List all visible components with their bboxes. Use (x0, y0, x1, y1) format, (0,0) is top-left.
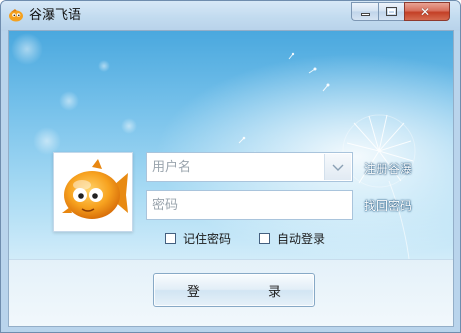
password-field (146, 190, 353, 220)
window-controls: ✕ (351, 2, 459, 22)
title-bar[interactable]: 谷瀑飞语 ✕ (1, 1, 460, 31)
minimize-icon (361, 13, 370, 16)
login-button[interactable]: 登 录 (153, 273, 315, 307)
close-button[interactable]: ✕ (404, 2, 450, 21)
maximize-button[interactable] (378, 2, 404, 21)
fish-avatar-icon (62, 159, 128, 219)
maximize-icon (386, 7, 397, 16)
fish-icon (9, 9, 23, 22)
close-icon: ✕ (420, 5, 431, 19)
username-field (146, 152, 353, 182)
password-input[interactable] (150, 194, 324, 216)
checkbox-box[interactable] (165, 233, 176, 244)
minimize-button[interactable] (351, 2, 378, 21)
auto-login-label: 自动登录 (277, 232, 326, 246)
auto-login-checkbox[interactable]: 自动登录 (259, 230, 325, 247)
remember-password-checkbox[interactable]: 记住密码 (165, 230, 231, 247)
remember-password-label: 记住密码 (183, 232, 232, 246)
account-dropdown-button[interactable] (324, 154, 351, 180)
login-window: 谷瀑飞语 ✕ 用户名 注册谷瀑 找回密码 记住密码 自动登录 登 录 (0, 0, 461, 333)
avatar[interactable] (53, 152, 133, 232)
forgot-password-link[interactable]: 找回密码 (364, 197, 412, 214)
register-link[interactable]: 注册谷瀑 (364, 160, 412, 177)
login-panel: 注册谷瀑 找回密码 记住密码 自动登录 登 录 (8, 30, 454, 327)
username-input[interactable] (150, 156, 324, 178)
checkbox-box[interactable] (259, 233, 270, 244)
chevron-down-icon (332, 164, 344, 171)
window-title: 谷瀑飞语 (29, 8, 82, 23)
